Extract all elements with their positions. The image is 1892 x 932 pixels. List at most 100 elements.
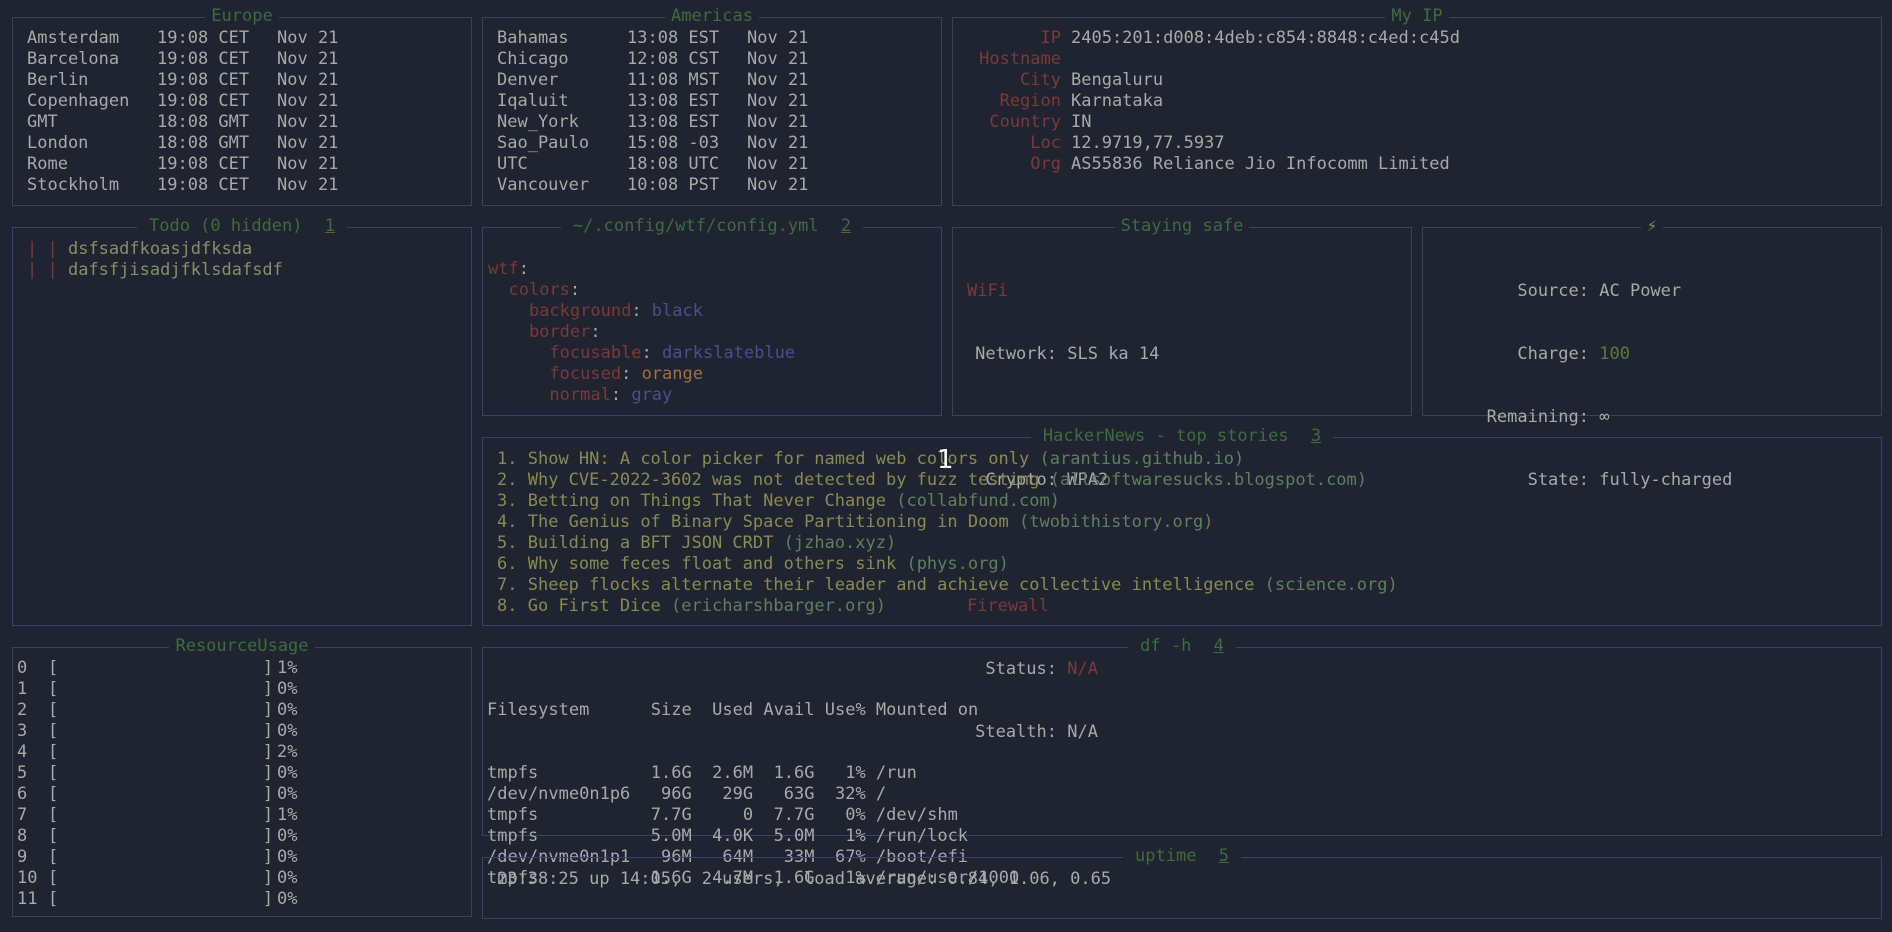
cpu-id: 11 <box>17 889 38 909</box>
clock-time: 19:08 CET <box>157 91 250 111</box>
config-key: focusable <box>549 343 642 363</box>
story-item[interactable]: 7. Sheep flocks alternate their leader a… <box>497 575 1873 596</box>
story-title[interactable]: Sheep flocks alternate their leader and … <box>528 575 1255 596</box>
ip-field-label: Region <box>999 91 1061 111</box>
config-line: normal: gray <box>549 385 673 405</box>
ip-field-label: Loc <box>1030 133 1061 153</box>
clock-row: Denver 11:08 MST Nov 21 <box>497 70 933 91</box>
city-name: Chicago <box>497 49 569 69</box>
story-title[interactable]: Building a BFT JSON CRDT <box>528 533 774 554</box>
config-line: focused: orange <box>549 364 703 384</box>
todo-list: | | dsfsadfkoasjdfksda | | dafsfjisadjfkl… <box>27 239 463 281</box>
wifi-header: WiFi <box>967 281 1008 301</box>
ip-info-row: City Bengaluru <box>965 70 1873 91</box>
clock-row: Barcelona 19:08 CET Nov 21 <box>27 49 463 70</box>
ip-info-row: IP 2405:201:d008:4deb:c854:8848:c4ed:c45d <box>965 28 1873 49</box>
cpu-percent: 0% <box>277 700 298 720</box>
ip-info-row: Country IN <box>965 112 1873 133</box>
clock-row: Bahamas 13:08 EST Nov 21 <box>497 28 933 49</box>
todo-item[interactable]: | | dsfsadfkoasjdfksda <box>27 239 463 260</box>
story-item[interactable]: 4. The Genius of Binary Space Partitioni… <box>497 512 1873 533</box>
todo-checkbox[interactable]: | | <box>27 260 58 281</box>
clock-date: Nov 21 <box>277 91 339 111</box>
config-text: wtf: colors: background: black border: f… <box>488 259 933 406</box>
ip-info-row: Region Karnataka <box>965 91 1873 112</box>
story-item[interactable]: 1. Show HN: A color picker for named web… <box>497 449 1873 470</box>
df-row: /dev/nvme0n1p6 96G 29G 63G 32% / <box>487 784 887 804</box>
story-site: (arantius.github.io) <box>1039 449 1245 469</box>
clock-date: Nov 21 <box>277 70 339 90</box>
story-item[interactable]: 2. Why CVE-2022-3602 was not detected by… <box>497 470 1873 491</box>
disk-usage-panel[interactable]: df -h 4 Filesystem Size Used Avail Use% … <box>482 636 1882 888</box>
config-key: background <box>528 301 632 321</box>
story-number: 6. <box>497 554 518 574</box>
clock-date: Nov 21 <box>277 49 339 69</box>
config-value: gray <box>631 385 673 405</box>
city-name: London <box>27 133 89 153</box>
source-value: AC Power <box>1599 281 1682 301</box>
europe-clock-panel: Europe Amsterdam 19:08 CET Nov 21 Barcelona… <box>12 6 472 206</box>
story-title[interactable]: Go First Dice <box>528 596 661 617</box>
story-site: (allsoftwaresucks.blogspot.com) <box>1049 470 1368 490</box>
city-name: UTC <box>497 154 528 174</box>
panel-title: Europe <box>205 6 279 26</box>
clock-row: Amsterdam 19:08 CET Nov 21 <box>27 28 463 49</box>
power-panel: ⚡ Source: AC Power Charge: 100 Remaining… <box>1422 216 1882 490</box>
df-row: tmpfs 7.7G 0 7.7G 0% /dev/shm <box>487 805 958 825</box>
cpu-bar: [ ] <box>48 805 274 825</box>
ip-field-label: Hostname <box>979 49 1061 69</box>
story-item[interactable]: 5. Building a BFT JSON CRDT (jzhao.xyz) <box>497 533 1873 554</box>
cpu-row: 9 [ ] 0% <box>17 847 463 868</box>
cpu-row: 0 [ ] 1% <box>17 658 463 679</box>
source-label: Source: <box>1517 281 1589 301</box>
story-title[interactable]: Betting on Things That Never Change <box>528 491 886 512</box>
americas-clock-panel: Americas Bahamas 13:08 EST Nov 21 Chicago 12… <box>482 6 942 206</box>
panel-title: My IP <box>1385 6 1449 26</box>
cpu-percent: 2% <box>277 742 298 762</box>
cpu-id: 1 <box>17 679 28 699</box>
hackernews-panel[interactable]: HackerNews - top stories 3 1. Show HN: A… <box>482 426 1882 626</box>
panel-title: ~/.config/wtf/config.yml 2 <box>560 216 864 236</box>
clock-date: Nov 21 <box>747 154 809 174</box>
todo-item[interactable]: | | dafsfjisadjfklsdafsdf <box>27 260 463 281</box>
story-title[interactable]: Show HN: A color picker for named web co… <box>528 449 1030 470</box>
story-site: (science.org) <box>1264 575 1398 595</box>
story-number: 7. <box>497 575 518 595</box>
cpu-id: 0 <box>17 658 28 678</box>
cpu-id: 7 <box>17 805 28 825</box>
panel-title: Todo (0 hidden) 1 <box>136 216 348 236</box>
todo-checkbox[interactable]: | | <box>27 239 58 260</box>
story-item[interactable]: 3. Betting on Things That Never Change (… <box>497 491 1873 512</box>
ip-field-label: Country <box>989 112 1061 132</box>
city-name: Sao_Paulo <box>497 133 590 153</box>
clock-date: Nov 21 <box>277 112 339 132</box>
story-title[interactable]: Why some feces float and others sink <box>528 554 896 575</box>
cpu-id: 5 <box>17 763 28 783</box>
config-file-panel[interactable]: ~/.config/wtf/config.yml 2 wtf: colors: … <box>482 216 942 416</box>
panel-title: ResourceUsage <box>169 636 315 656</box>
cpu-bar: [ ] <box>48 868 274 888</box>
clock-time: 13:08 EST <box>627 91 720 111</box>
config-value: orange <box>641 364 703 384</box>
todo-panel[interactable]: Todo (0 hidden) 1 | | dsfsadfkoasjdfksda… <box>12 216 472 626</box>
cpu-bar: [ ] <box>48 700 274 720</box>
uptime-panel[interactable]: uptime 5 23:38:25 up 14:05, 2 users, loa… <box>482 846 1882 919</box>
story-item[interactable]: 6. Why some feces float and others sink … <box>497 554 1873 575</box>
cpu-percent: 0% <box>277 763 298 783</box>
cpu-percent: 0% <box>277 784 298 804</box>
story-list: 1. Show HN: A color picker for named web… <box>497 449 1873 617</box>
story-title[interactable]: Why CVE-2022-3602 was not detected by fu… <box>528 470 1040 491</box>
config-key: border <box>528 322 591 342</box>
story-number: 4. <box>497 512 518 532</box>
story-title[interactable]: The Genius of Binary Space Partitioning … <box>528 512 1009 533</box>
ip-field-value: 2405:201:d008:4deb:c854:8848:c4ed:c45d <box>1071 28 1460 48</box>
story-item[interactable]: 8. Go First Dice (ericharshbarger.org) <box>497 596 1873 617</box>
cpu-percent: 0% <box>277 889 298 909</box>
story-site: (ericharshbarger.org) <box>671 596 886 616</box>
config-value: black <box>651 301 703 321</box>
config-key: wtf <box>488 259 519 279</box>
city-name: Bahamas <box>497 28 569 48</box>
clock-date: Nov 21 <box>747 133 809 153</box>
city-name: New_York <box>497 112 579 132</box>
cpu-row: 11 [ ] 0% <box>17 889 463 910</box>
